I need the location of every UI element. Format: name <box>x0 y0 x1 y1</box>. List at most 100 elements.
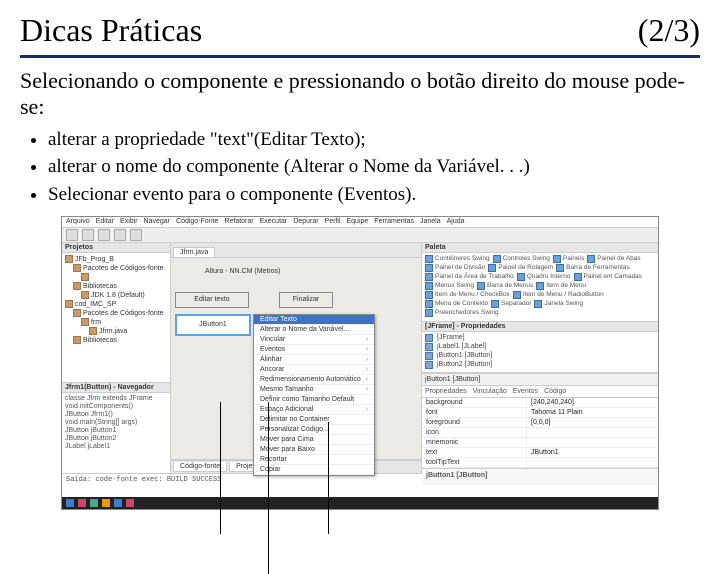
property-tab[interactable]: Vinculação <box>473 388 507 395</box>
property-row[interactable]: mnemonic <box>422 438 658 448</box>
context-menu-item[interactable]: Espaço Adicional <box>254 405 374 415</box>
navigator-line[interactable]: JButton Jfrm1() <box>65 411 167 419</box>
menu-item[interactable]: Arquivo <box>66 218 90 225</box>
tree-node[interactable]: JDK 1.8 (Default) <box>65 291 167 300</box>
tree-node[interactable]: Pacotes de Códigos-fonte <box>65 264 167 273</box>
palette-item[interactable]: Menus Swing <box>425 282 474 290</box>
hierarchy-panel[interactable]: [JFrame] - Propriedades [JFrame]jLabel1 … <box>422 322 658 373</box>
toolbar-button[interactable] <box>82 229 94 241</box>
navigator-line[interactable]: JLabel jLabel1 <box>65 443 167 451</box>
palette-item[interactable]: Item de Menu / RadioButton <box>513 291 604 299</box>
navigator-line[interactable]: void initComponents() <box>65 403 167 411</box>
context-menu[interactable]: Editar TextoAlterar o Nome da Variável..… <box>253 314 375 476</box>
palette-item[interactable]: Menu de Contexto <box>425 300 488 308</box>
toolbar-button[interactable] <box>98 229 110 241</box>
palette-item[interactable]: Barra de Menus <box>477 282 533 290</box>
context-menu-item[interactable]: Eventos <box>254 345 374 355</box>
property-row[interactable]: fontTahoma 11 Plain <box>422 408 658 418</box>
menu-item[interactable]: Editar <box>96 218 114 225</box>
tree-node[interactable]: frm <box>65 318 167 327</box>
palette-item[interactable]: Separador <box>491 300 531 308</box>
toolbar-button[interactable] <box>114 229 126 241</box>
property-tab[interactable]: Eventos <box>513 388 538 395</box>
taskbar-icon[interactable] <box>90 499 98 507</box>
context-menu-item[interactable]: Mover para Cima <box>254 435 374 445</box>
context-menu-item[interactable]: Alinhar <box>254 355 374 365</box>
palette-item[interactable]: Painel de Divisão <box>425 264 485 272</box>
menu-item[interactable]: Perfil <box>325 218 341 225</box>
toolbar-button[interactable] <box>66 229 78 241</box>
menu-item[interactable]: Código-Fonte <box>176 218 218 225</box>
context-menu-item[interactable]: Personalizar Código... <box>254 425 374 435</box>
navigator-line[interactable]: classe Jfrm extends JFrame <box>65 395 167 403</box>
hierarchy-item[interactable]: jButton1 [JButton] <box>425 352 655 361</box>
projects-tree[interactable]: JFb_Prog_BPacotes de Códigos-fonteBiblio… <box>62 253 170 382</box>
menu-item[interactable]: Equipe <box>347 218 369 225</box>
taskbar-icon[interactable] <box>78 499 86 507</box>
context-menu-item[interactable]: Mesmo Tamanho <box>254 385 374 395</box>
hierarchy-item[interactable]: [JFrame] <box>425 334 655 343</box>
context-menu-item[interactable]: Mover para Baixo <box>254 445 374 455</box>
palette-categories[interactable]: Contêineres SwingControles SwingPainéisP… <box>425 255 655 317</box>
property-row[interactable]: foreground[0,0,0] <box>422 418 658 428</box>
property-row[interactable]: textJButton1 <box>422 448 658 458</box>
palette-item[interactable]: Janela Swing <box>534 300 583 308</box>
menu-item[interactable]: Refatorar <box>224 218 253 225</box>
palette-item[interactable]: Painel da Área de Trabalho <box>425 273 514 281</box>
property-tab[interactable]: Propriedades <box>425 388 467 395</box>
palette-item[interactable]: Painel de Rolagem <box>488 264 553 272</box>
context-menu-item[interactable]: Definir como Tamanho Default <box>254 395 374 405</box>
editor-tab[interactable]: Jfrm.java <box>173 247 215 257</box>
tree-node[interactable]: cod_IMC_SP <box>65 300 167 309</box>
properties-grid[interactable]: background[240,240,240]fontTahoma 11 Pla… <box>422 398 658 468</box>
navigator-line[interactable]: JButton jButton2 <box>65 435 167 443</box>
designer-button[interactable]: Finalizar <box>279 292 333 308</box>
designer-button-selected[interactable]: JButton1 <box>175 314 251 336</box>
bottom-tab[interactable]: Código-fonte <box>173 462 227 472</box>
navigator-line[interactable]: void main(String[] args) <box>65 419 167 427</box>
context-menu-item[interactable]: Redimensionamento Automático <box>254 375 374 385</box>
menu-item[interactable]: Ajuda <box>447 218 465 225</box>
property-tab[interactable]: Código <box>544 388 566 395</box>
form-designer[interactable]: Altura - NN.CM (Metros) Editar texto Fin… <box>171 258 421 460</box>
context-menu-item[interactable]: Editar Texto <box>254 315 374 325</box>
taskbar-icon[interactable] <box>102 499 110 507</box>
menu-item[interactable]: Janela <box>420 218 441 225</box>
tree-node[interactable]: Pacotes de Códigos-fonte <box>65 309 167 318</box>
navigator-line[interactable]: JButton jButton1 <box>65 427 167 435</box>
context-menu-item[interactable]: Alterar o Nome da Variável... <box>254 325 374 335</box>
palette-item[interactable]: Painel de Abas <box>587 255 640 263</box>
designer-button[interactable]: Editar texto <box>175 292 249 308</box>
context-menu-item[interactable]: Recortar <box>254 455 374 465</box>
menu-item[interactable]: Navegar <box>144 218 170 225</box>
palette-item[interactable]: Quadro Interno <box>517 273 571 281</box>
palette-item[interactable]: Item de Menu / CheckBox <box>425 291 510 299</box>
menu-item[interactable]: Depurar <box>293 218 318 225</box>
context-menu-item[interactable]: Ancorar <box>254 365 374 375</box>
property-row[interactable]: background[240,240,240] <box>422 398 658 408</box>
property-row[interactable]: toolTipText <box>422 458 658 468</box>
designer-label[interactable]: Altura - NN.CM (Metros) <box>205 266 325 278</box>
hierarchy-item[interactable]: jLabel1 [JLabel] <box>425 343 655 352</box>
taskbar-icon[interactable] <box>126 499 134 507</box>
tree-node[interactable]: JFb_Prog_B <box>65 255 167 264</box>
menu-item[interactable]: Exibir <box>120 218 138 225</box>
palette-item[interactable]: Painéis <box>553 255 584 263</box>
tree-node[interactable]: Jfrm.java <box>65 327 167 336</box>
tree-node[interactable] <box>65 273 167 282</box>
taskbar-icon[interactable] <box>66 499 74 507</box>
menu-item[interactable]: Ferramentas <box>374 218 414 225</box>
tree-node[interactable]: Bibliotecas <box>65 282 167 291</box>
palette-item[interactable]: Item de Menu <box>536 282 586 290</box>
context-menu-item[interactable]: Delimitar no Container <box>254 415 374 425</box>
editor-tabs[interactable]: Jfrm.java <box>171 243 421 258</box>
context-menu-item[interactable]: Vincular <box>254 335 374 345</box>
property-row[interactable]: icon <box>422 428 658 438</box>
menu-item[interactable]: Executar <box>260 218 288 225</box>
palette-item[interactable]: Barra de Ferramentas <box>556 264 630 272</box>
properties-tabs[interactable]: Propriedades Vinculação Eventos Código <box>422 386 658 398</box>
palette-item[interactable]: Painel em Camadas <box>574 273 643 281</box>
toolbar-button[interactable] <box>130 229 142 241</box>
taskbar-icon[interactable] <box>114 499 122 507</box>
context-menu-item[interactable]: Copiar <box>254 465 374 475</box>
